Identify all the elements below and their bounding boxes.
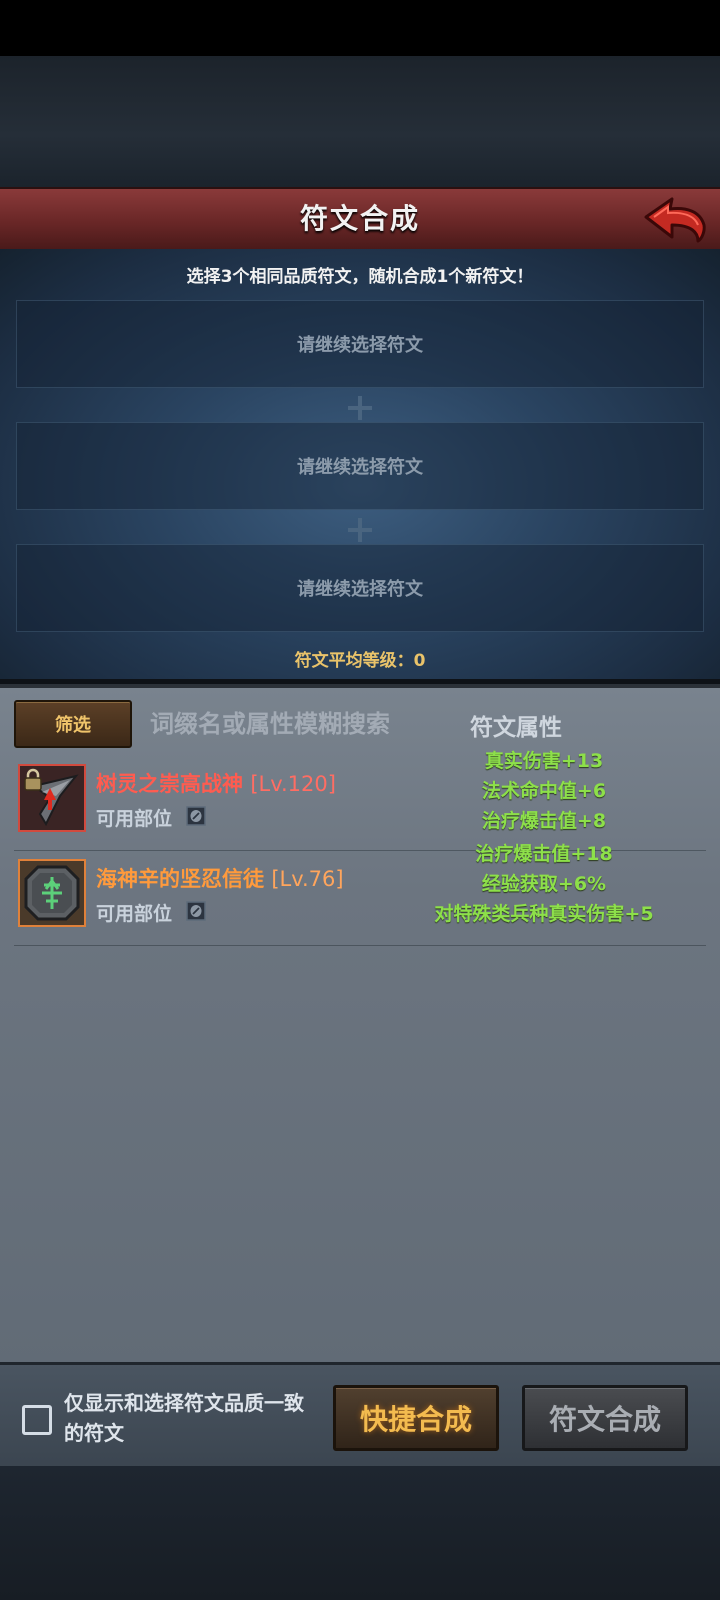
title-bar: 符文合成 — [0, 187, 720, 251]
back-arrow-icon[interactable] — [642, 195, 708, 245]
plus-icon — [348, 518, 372, 542]
slot-placeholder: 请继续选择符文 — [297, 457, 423, 478]
rune-slot-2[interactable]: 请继续选择符文 — [16, 422, 704, 510]
attribute-line: 治疗爆击值+8 — [481, 810, 607, 832]
gem-slot-icon — [186, 806, 206, 826]
gem-slot-icon — [186, 901, 206, 921]
rune-name-text: 树灵之崇高战神 — [96, 772, 243, 796]
merge-button[interactable]: 符文合成 — [522, 1385, 688, 1451]
checkbox-label: 仅显示和选择符文品质一致的符文 — [64, 1391, 304, 1445]
rune-level: [Lv.120] — [250, 772, 336, 796]
slot-placeholder: 请继续选择符文 — [297, 579, 423, 600]
rune-list-item[interactable]: 树灵之崇高战神 [Lv.120] 可用部位 真实伤害+13 法术命中值+6 治疗… — [14, 750, 706, 851]
rune-slot-1[interactable]: 请继续选择符文 — [16, 300, 704, 388]
rune-name-text: 海神辛的坚忍信徒 — [96, 867, 264, 891]
available-slot-label: 可用部位 — [96, 808, 173, 830]
top-background — [0, 56, 720, 188]
available-slot-label: 可用部位 — [96, 903, 173, 925]
bottom-background — [0, 1466, 720, 1600]
status-bar — [0, 0, 720, 56]
search-input[interactable] — [140, 700, 440, 748]
filter-button[interactable]: 筛选 — [14, 700, 132, 748]
rune-name: 海神辛的坚忍信徒 [Lv.76] — [96, 863, 344, 893]
green-tree-rune-icon — [18, 859, 86, 927]
attribute-line: 经验获取+6% — [481, 873, 607, 895]
rune-slot-3[interactable]: 请继续选择符文 — [16, 544, 704, 632]
rune-list-item[interactable]: 海神辛的坚忍信徒 [Lv.76] 可用部位 治疗爆击值+18 经验获取+6% 对… — [14, 843, 706, 946]
quality-filter-checkbox[interactable] — [22, 1405, 52, 1435]
attribute-line: 真实伤害+13 — [484, 750, 604, 772]
attribute-line: 法术命中值+6 — [481, 780, 607, 802]
average-level-text: 符文平均等级：0 — [294, 651, 426, 671]
rune-level: [Lv.76] — [271, 867, 344, 891]
quick-merge-button[interactable]: 快捷合成 — [333, 1385, 499, 1451]
rune-name: 树灵之崇高战神 [Lv.120] — [96, 768, 336, 798]
page-title: 符文合成 — [299, 202, 420, 235]
attribute-column-header: 符文属性 — [470, 715, 562, 741]
lock-icon — [24, 768, 42, 791]
instruction-text: 选择3个相同品质符文，随机合成1个新符文！ — [186, 267, 534, 287]
attribute-line: 治疗爆击值+18 — [475, 843, 613, 865]
dagger-rune-icon — [18, 764, 86, 832]
plus-icon — [348, 396, 372, 420]
attribute-line: 对特殊类兵种真实伤害+5 — [434, 903, 654, 925]
slot-placeholder: 请继续选择符文 — [297, 335, 423, 356]
